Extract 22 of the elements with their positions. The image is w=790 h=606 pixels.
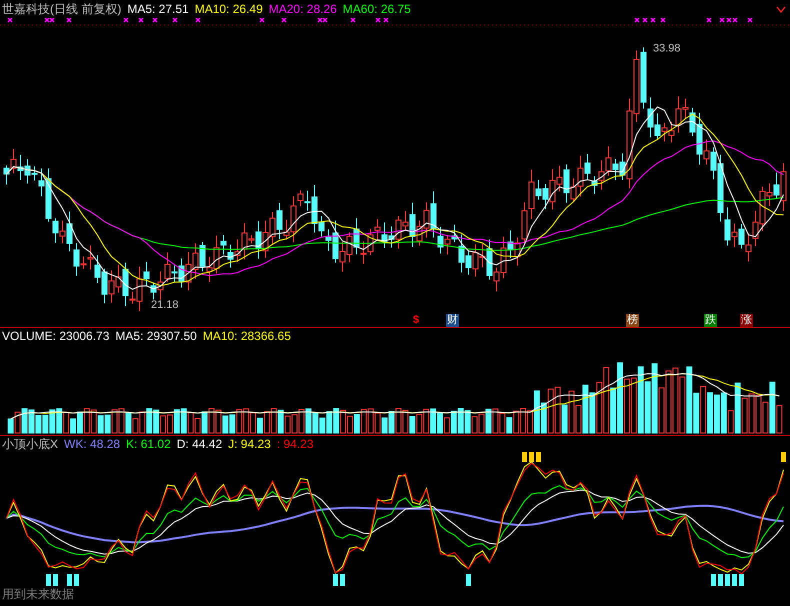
indicator-value: D: 44.42 bbox=[176, 438, 222, 450]
indicator-name: 小顶小底X bbox=[2, 438, 58, 450]
footnote-text: 用到未来数据 bbox=[2, 588, 74, 600]
moving-average-value: MA10: 26.49 bbox=[194, 3, 263, 15]
event-mark[interactable]: $ bbox=[413, 314, 420, 327]
event-tag[interactable]: 跌 bbox=[704, 314, 717, 327]
indicator-value: : 94.23 bbox=[276, 438, 314, 450]
indicator-value: K: 61.02 bbox=[126, 438, 171, 450]
moving-average-value: MA5: 27.51 bbox=[127, 3, 189, 15]
event-tag[interactable]: 涨 bbox=[740, 314, 753, 327]
volume-value: MA5: 29307.50 bbox=[115, 330, 197, 342]
low-price-label: 21.18 bbox=[151, 299, 179, 311]
moving-average-value: MA60: 26.75 bbox=[342, 3, 411, 15]
indicator-value: J: 94.23 bbox=[228, 438, 271, 450]
event-tag[interactable]: 财 bbox=[446, 314, 459, 327]
volume-value: MA10: 28366.65 bbox=[202, 330, 291, 342]
volume-value: VOLUME: 23006.73 bbox=[2, 330, 110, 342]
event-tag[interactable]: 榜 bbox=[626, 314, 639, 327]
moving-average-value: MA20: 28.26 bbox=[268, 3, 337, 15]
high-price-label: 33.98 bbox=[653, 42, 681, 54]
indicator-value: WK: 48.28 bbox=[64, 438, 120, 450]
stock-title: 世嘉科技(日线 前复权) bbox=[2, 3, 122, 15]
